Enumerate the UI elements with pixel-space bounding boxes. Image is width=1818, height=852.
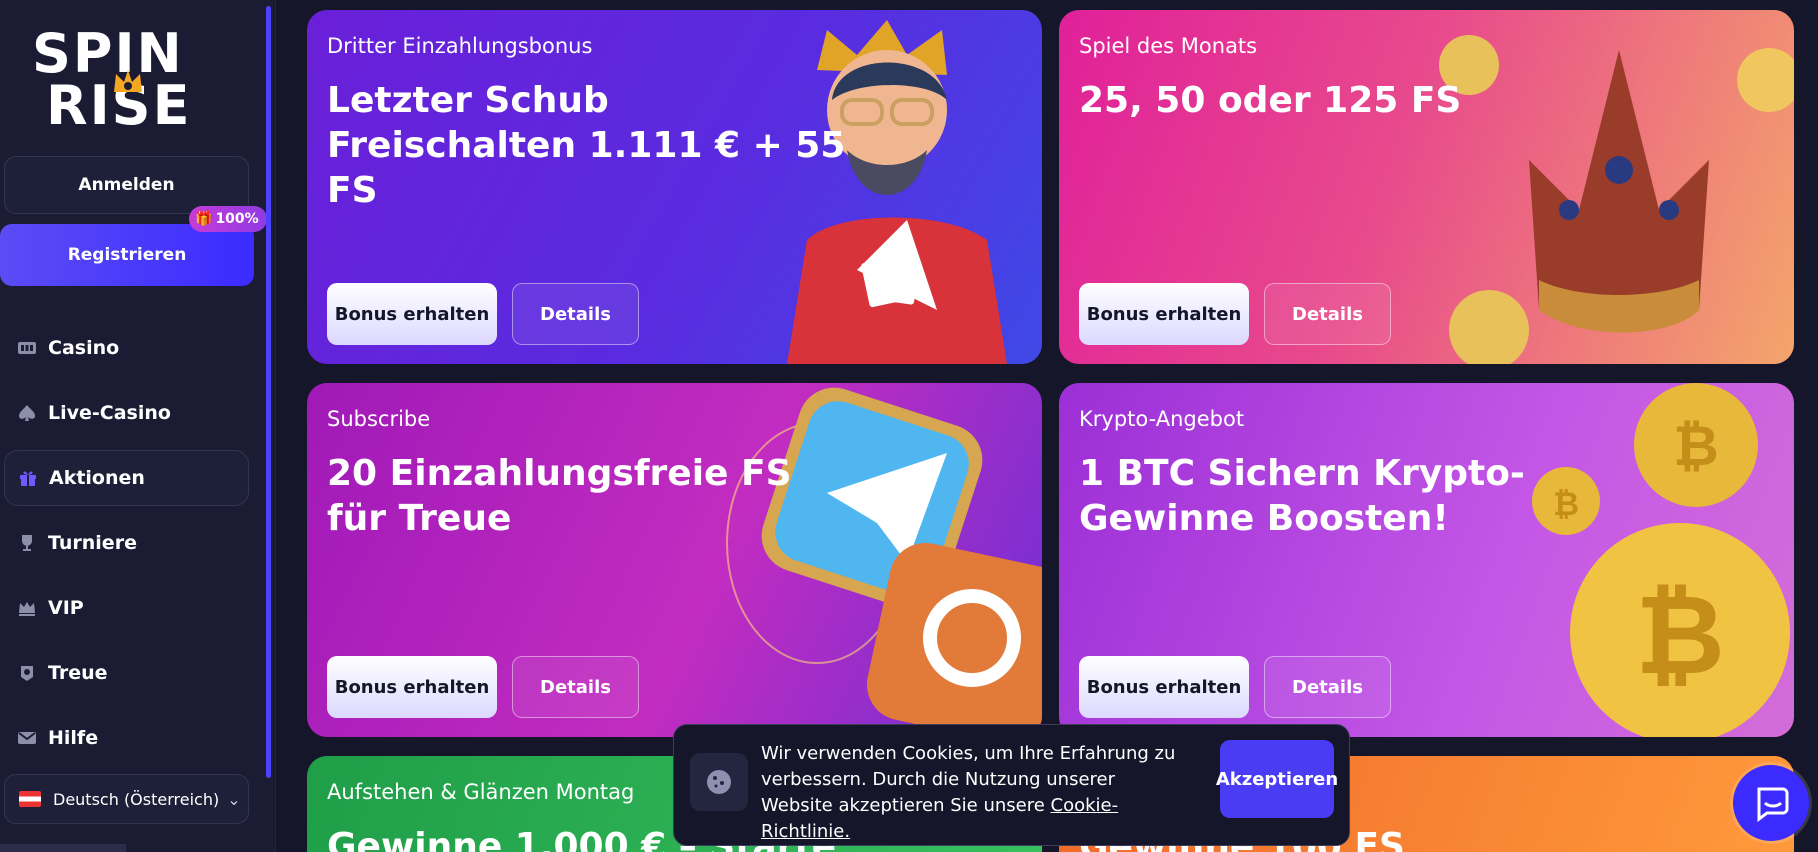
- spade-icon: [16, 402, 38, 424]
- loyalty-icon: [16, 662, 38, 684]
- sidebar-item-label: Hilfe: [48, 727, 99, 749]
- sidebar-item-vip[interactable]: VIP: [4, 580, 249, 636]
- gift-icon: [17, 467, 39, 489]
- sidebar-item-label: Live-Casino: [48, 402, 171, 424]
- sidebar-nav: Casino Live-Casino Aktionen Turniere VIP: [4, 320, 249, 775]
- sidebar-item-label: Treue: [48, 662, 108, 684]
- sidebar-item-turniere[interactable]: Turniere: [4, 515, 249, 571]
- language-label: Deutsch (Österreich): [53, 789, 220, 809]
- get-bonus-button[interactable]: Bonus erhalten: [327, 283, 497, 345]
- card-title: 1 BTC Sichern Krypto-Gewinne Boosten!: [1079, 453, 1525, 539]
- live-chat-button[interactable]: [1733, 765, 1809, 841]
- svg-text:₿: ₿: [1673, 414, 1719, 479]
- promo-card-game-of-month: Spiel des Monats 25, 50 oder 125 FS Bonu…: [1059, 10, 1794, 364]
- card-title: 20 Einzahlungsfreie FS für Treue: [327, 453, 792, 539]
- sidebar-item-label: Aktionen: [49, 467, 145, 489]
- promo-card-subscribe: Subscribe 20 Einzahlungsfreie FS für Tre…: [307, 383, 1042, 737]
- chevron-down-icon: ⌄: [227, 789, 241, 809]
- card-subtitle: Dritter Einzahlungsbonus: [327, 34, 593, 58]
- slot-machine-icon: [16, 337, 38, 359]
- details-button[interactable]: Details: [1264, 656, 1391, 718]
- telegram-instagram-illustration: [726, 387, 1042, 737]
- get-bonus-button[interactable]: Bonus erhalten: [1079, 656, 1249, 718]
- sidebar-item-live-casino[interactable]: Live-Casino: [4, 385, 249, 441]
- language-selector[interactable]: Deutsch (Österreich) ⌄: [4, 774, 249, 824]
- trophy-icon: [16, 532, 38, 554]
- details-button[interactable]: Details: [512, 283, 639, 345]
- cookie-message: Wir verwenden Cookies, um Ihre Erfahrung…: [761, 741, 1181, 845]
- cookie-banner: Wir verwenden Cookies, um Ihre Erfahrung…: [673, 724, 1350, 846]
- card-title: 25, 50 oder 125 FS: [1079, 80, 1462, 121]
- sidebar-item-label: Turniere: [48, 532, 137, 554]
- sidebar-item-hilfe[interactable]: Hilfe: [4, 710, 249, 766]
- promo-card-crypto: ₿ ₿ ₿ Krypto-Angebot 1 BTC Sichern Krypt…: [1059, 383, 1794, 737]
- mail-icon: [16, 727, 38, 749]
- card-title: Letzter Schub Freischalten 1.111 € + 55 …: [327, 80, 846, 211]
- gift-icon: 🎁: [195, 211, 213, 227]
- sidebar-bottom-tab: [0, 844, 126, 852]
- accept-cookies-button[interactable]: Akzeptieren: [1216, 740, 1338, 818]
- card-subtitle: Krypto-Angebot: [1079, 407, 1245, 431]
- register-bonus-badge: 🎁 100%: [189, 206, 267, 232]
- register-badge-text: 100%: [215, 211, 259, 227]
- spinrise-logo[interactable]: SPIN RISE: [30, 22, 226, 140]
- bitcoin-coins-illustration: ₿ ₿ ₿: [1532, 383, 1790, 737]
- sidebar-item-label: VIP: [48, 597, 84, 619]
- crown-icon: [16, 597, 38, 619]
- golden-crown-illustration: [1439, 35, 1794, 364]
- crown-logo-icon: [114, 70, 142, 92]
- details-button[interactable]: Details: [1264, 283, 1391, 345]
- card-subtitle: Spiel des Monats: [1079, 34, 1258, 58]
- sidebar-scrollbar[interactable]: [266, 6, 271, 778]
- sidebar: SPIN RISE Anmelden Registrieren 🎁 100% C…: [0, 0, 276, 852]
- card-subtitle: Aufstehen & Glänzen Montag: [327, 780, 635, 804]
- details-button[interactable]: Details: [512, 656, 639, 718]
- get-bonus-button[interactable]: Bonus erhalten: [1079, 283, 1249, 345]
- svg-text:₿: ₿: [1635, 571, 1725, 699]
- sidebar-item-label: Casino: [48, 337, 120, 359]
- sidebar-item-aktionen[interactable]: Aktionen: [4, 450, 249, 506]
- get-bonus-button[interactable]: Bonus erhalten: [327, 656, 497, 718]
- register-button[interactable]: Registrieren: [0, 224, 254, 286]
- cookie-icon: [690, 753, 748, 811]
- card-subtitle: Subscribe: [327, 407, 431, 431]
- austria-flag-icon: [19, 791, 41, 807]
- sidebar-item-treue[interactable]: Treue: [4, 645, 249, 701]
- promo-card-third-deposit: Dritter Einzahlungsbonus Letzter Schub F…: [307, 10, 1042, 364]
- sidebar-item-casino[interactable]: Casino: [4, 320, 249, 376]
- chat-bubble-icon: [1757, 787, 1789, 822]
